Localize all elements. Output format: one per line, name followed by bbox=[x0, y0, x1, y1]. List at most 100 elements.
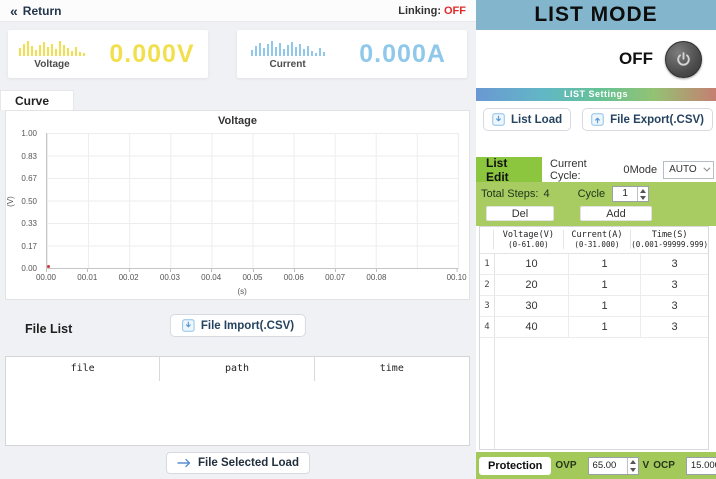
export-upload-icon bbox=[591, 113, 604, 126]
list-mode-title: LIST MODE bbox=[476, 0, 716, 30]
x-axis-ticks: 00.00 00.01 00.02 00.03 00.04 00.05 00.0… bbox=[46, 273, 459, 283]
total-steps-label: Total Steps: bbox=[481, 188, 538, 200]
x-tick: 00.08 bbox=[366, 273, 386, 282]
index-column-fill bbox=[480, 338, 495, 449]
time-cell[interactable]: 3 bbox=[641, 254, 708, 275]
file-import-button[interactable]: File Import(.CSV) bbox=[170, 314, 306, 337]
return-label: Return bbox=[23, 4, 62, 18]
voltage-readout: 0.000V bbox=[96, 40, 208, 69]
spacer bbox=[476, 138, 716, 157]
ovp-unit: V bbox=[643, 460, 650, 471]
x-tick: 00.04 bbox=[201, 273, 221, 282]
cycle-label: Cycle bbox=[578, 188, 606, 200]
time-cell[interactable]: 3 bbox=[641, 317, 708, 338]
time-cell[interactable]: 3 bbox=[641, 296, 708, 317]
linking-status: Linking:OFF bbox=[398, 5, 466, 17]
steps-table-header: Voltage(V) (0-61.00) Current(A) (0-31.00… bbox=[480, 227, 708, 254]
x-tick: 00.03 bbox=[160, 273, 180, 282]
mode-value: AUTO bbox=[669, 164, 697, 175]
current-bars-icon bbox=[251, 39, 325, 57]
tab-curve[interactable]: Curve bbox=[0, 90, 74, 110]
cycle-spin-buttons[interactable] bbox=[637, 187, 648, 201]
current-cell[interactable]: 1 bbox=[569, 317, 641, 337]
x-tick: 00.06 bbox=[284, 273, 304, 282]
arrow-right-icon bbox=[177, 457, 192, 469]
spin-down-icon[interactable] bbox=[628, 466, 638, 474]
path-column-header: path bbox=[160, 357, 314, 381]
spin-down-icon[interactable] bbox=[638, 194, 648, 201]
current-cell[interactable]: 1 bbox=[569, 254, 641, 274]
ovp-spinner[interactable]: 65.00 bbox=[588, 457, 639, 475]
file-load-row: File Selected Load bbox=[0, 452, 476, 474]
current-header-range: (0-31.000) bbox=[564, 240, 631, 249]
voltage-bars-icon bbox=[19, 39, 85, 57]
voltage-header-title: Voltage(V) bbox=[494, 230, 562, 240]
top-bar: « Return Linking:OFF bbox=[0, 0, 476, 22]
ovp-spin-buttons[interactable] bbox=[627, 458, 638, 474]
return-button[interactable]: « Return bbox=[10, 4, 61, 18]
file-list-header: File List File Import(.CSV) bbox=[0, 312, 476, 342]
ovp-value[interactable]: 65.00 bbox=[589, 458, 627, 474]
file-selected-load-button[interactable]: File Selected Load bbox=[166, 452, 310, 474]
output-state-label: OFF bbox=[619, 49, 653, 69]
voltage-cell[interactable]: 40 bbox=[495, 317, 569, 337]
voltage-cell[interactable]: 20 bbox=[495, 275, 569, 295]
file-table-body[interactable] bbox=[6, 381, 469, 445]
steps-toolbar: Total Steps: 4 Cycle 1 Del Add bbox=[476, 182, 716, 226]
x-tick: 00.01 bbox=[77, 273, 97, 282]
current-label: Current bbox=[270, 59, 306, 70]
power-button[interactable] bbox=[665, 41, 702, 78]
table-row: 1 10 1 3 bbox=[480, 254, 708, 275]
monitor-panel: « Return Linking:OFF bbox=[0, 0, 476, 479]
del-button[interactable]: Del bbox=[486, 206, 554, 221]
cycle-spinner[interactable]: 1 bbox=[612, 186, 649, 202]
time-cell[interactable]: 3 bbox=[641, 275, 708, 296]
list-load-button[interactable]: List Load bbox=[483, 108, 571, 131]
cycle-value[interactable]: 1 bbox=[613, 187, 637, 201]
current-cell[interactable]: 1 bbox=[569, 296, 641, 316]
protection-button[interactable]: Protection bbox=[479, 457, 551, 475]
y-tick: 1.00 bbox=[21, 129, 37, 138]
y-axis-ticks: 1.00 0.83 0.67 0.50 0.33 0.17 0.00 bbox=[6, 129, 42, 273]
table-row: 2 20 1 3 bbox=[480, 275, 708, 296]
file-list-title: File List bbox=[25, 322, 72, 336]
row-index: 3 bbox=[480, 296, 495, 316]
current-header-title: Current(A) bbox=[564, 230, 631, 240]
steps-line: Total Steps: 4 Cycle 1 bbox=[481, 185, 711, 203]
list-load-label: List Load bbox=[511, 114, 562, 126]
ocp-value[interactable]: 15.000 bbox=[687, 458, 716, 474]
spin-up-icon[interactable] bbox=[638, 187, 648, 194]
import-download-icon bbox=[182, 319, 195, 332]
list-settings-bar: LIST Settings bbox=[476, 88, 716, 101]
list-mode-panel: LIST MODE OFF LIST Settings List Load bbox=[476, 0, 716, 479]
y-tick: 0.67 bbox=[21, 174, 37, 183]
file-export-label: File Export(.CSV) bbox=[610, 114, 704, 126]
mode-label: Mode bbox=[630, 164, 658, 176]
table-row: 4 40 1 3 bbox=[480, 317, 708, 338]
spin-up-icon[interactable] bbox=[628, 458, 638, 466]
x-axis-label: (s) bbox=[238, 287, 247, 296]
file-export-button[interactable]: File Export(.CSV) bbox=[582, 108, 713, 131]
ocp-spinner[interactable]: 15.000 bbox=[686, 457, 716, 475]
current-cycle-label: Current Cycle: bbox=[550, 158, 618, 182]
y-tick: 0.50 bbox=[21, 197, 37, 206]
power-row: OFF bbox=[476, 30, 716, 88]
current-column-header: Current(A) (0-31.000) bbox=[564, 230, 632, 249]
file-column-header: file bbox=[6, 357, 160, 381]
x-tick: 00.07 bbox=[325, 273, 345, 282]
voltage-cell[interactable]: 30 bbox=[495, 296, 569, 316]
file-table: file path time bbox=[5, 356, 470, 446]
x-tick: 00.05 bbox=[242, 273, 262, 282]
y-tick: 0.17 bbox=[21, 242, 37, 251]
ocp-label: OCP bbox=[653, 460, 675, 471]
list-file-buttons: List Load File Export(.CSV) bbox=[476, 101, 716, 138]
mode-select[interactable]: AUTO bbox=[663, 161, 714, 179]
voltage-header-range: (0-61.00) bbox=[494, 240, 562, 249]
table-row: 3 30 1 3 bbox=[480, 296, 708, 317]
current-cell[interactable]: 1 bbox=[569, 275, 641, 295]
add-button[interactable]: Add bbox=[580, 206, 652, 221]
meter-cards: Voltage 0.000V bbox=[0, 22, 476, 84]
tab-list-edit[interactable]: List Edit bbox=[476, 157, 542, 182]
file-selected-load-label: File Selected Load bbox=[198, 457, 299, 469]
voltage-cell[interactable]: 10 bbox=[495, 254, 569, 274]
